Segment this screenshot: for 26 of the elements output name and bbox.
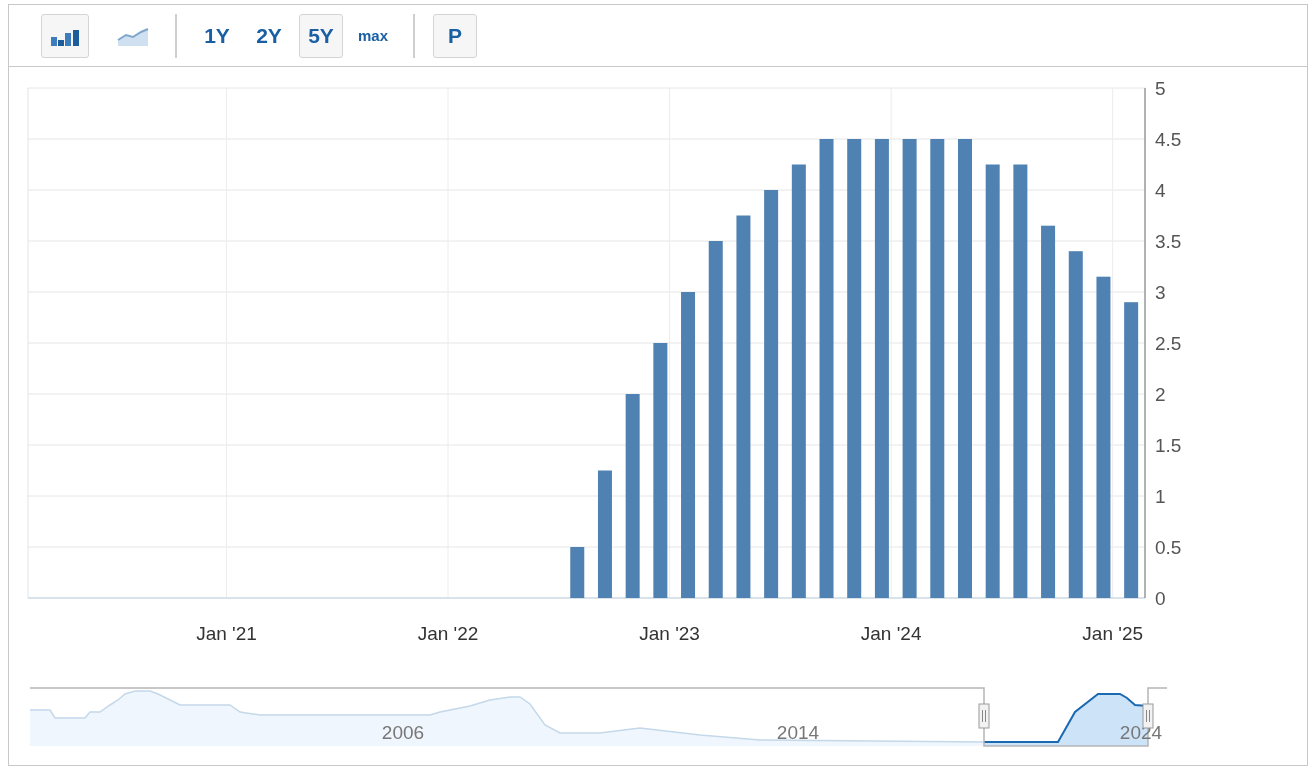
axis-label: 3.5: [1155, 231, 1182, 252]
axis-label: 2: [1155, 384, 1166, 405]
axis-label: Jan '21: [196, 623, 257, 644]
range-handle[interactable]: [978, 703, 990, 729]
axis-label: Jan '24: [860, 623, 922, 644]
axis-label: 4.5: [1155, 129, 1182, 150]
range-button[interactable]: 2Y: [247, 13, 291, 58]
navigator-label: 2014: [776, 722, 820, 743]
print-button[interactable]: P: [433, 13, 478, 58]
axis-label: 3: [1155, 282, 1166, 303]
axis-label: 2.5: [1155, 333, 1182, 354]
range-button[interactable]: 1Y: [195, 13, 239, 58]
axis-label: Jan '23: [639, 623, 700, 644]
navigator-label: 2006: [381, 722, 425, 743]
axis-label: 5: [1155, 78, 1166, 99]
range-button[interactable]: 5Y: [299, 13, 343, 58]
bar-chart-button[interactable]: [41, 13, 89, 58]
axis-label: 4: [1155, 180, 1166, 201]
axis-label: 1.5: [1155, 435, 1182, 456]
chart-bar: [570, 547, 585, 598]
axis-label: 1: [1155, 486, 1166, 507]
axis-label: 0: [1155, 588, 1166, 609]
axis-label: Jan '25: [1082, 623, 1144, 644]
range-button[interactable]: max: [351, 13, 396, 58]
axis-label: 0.5: [1155, 537, 1182, 558]
axis-label: Jan '22: [417, 623, 479, 644]
